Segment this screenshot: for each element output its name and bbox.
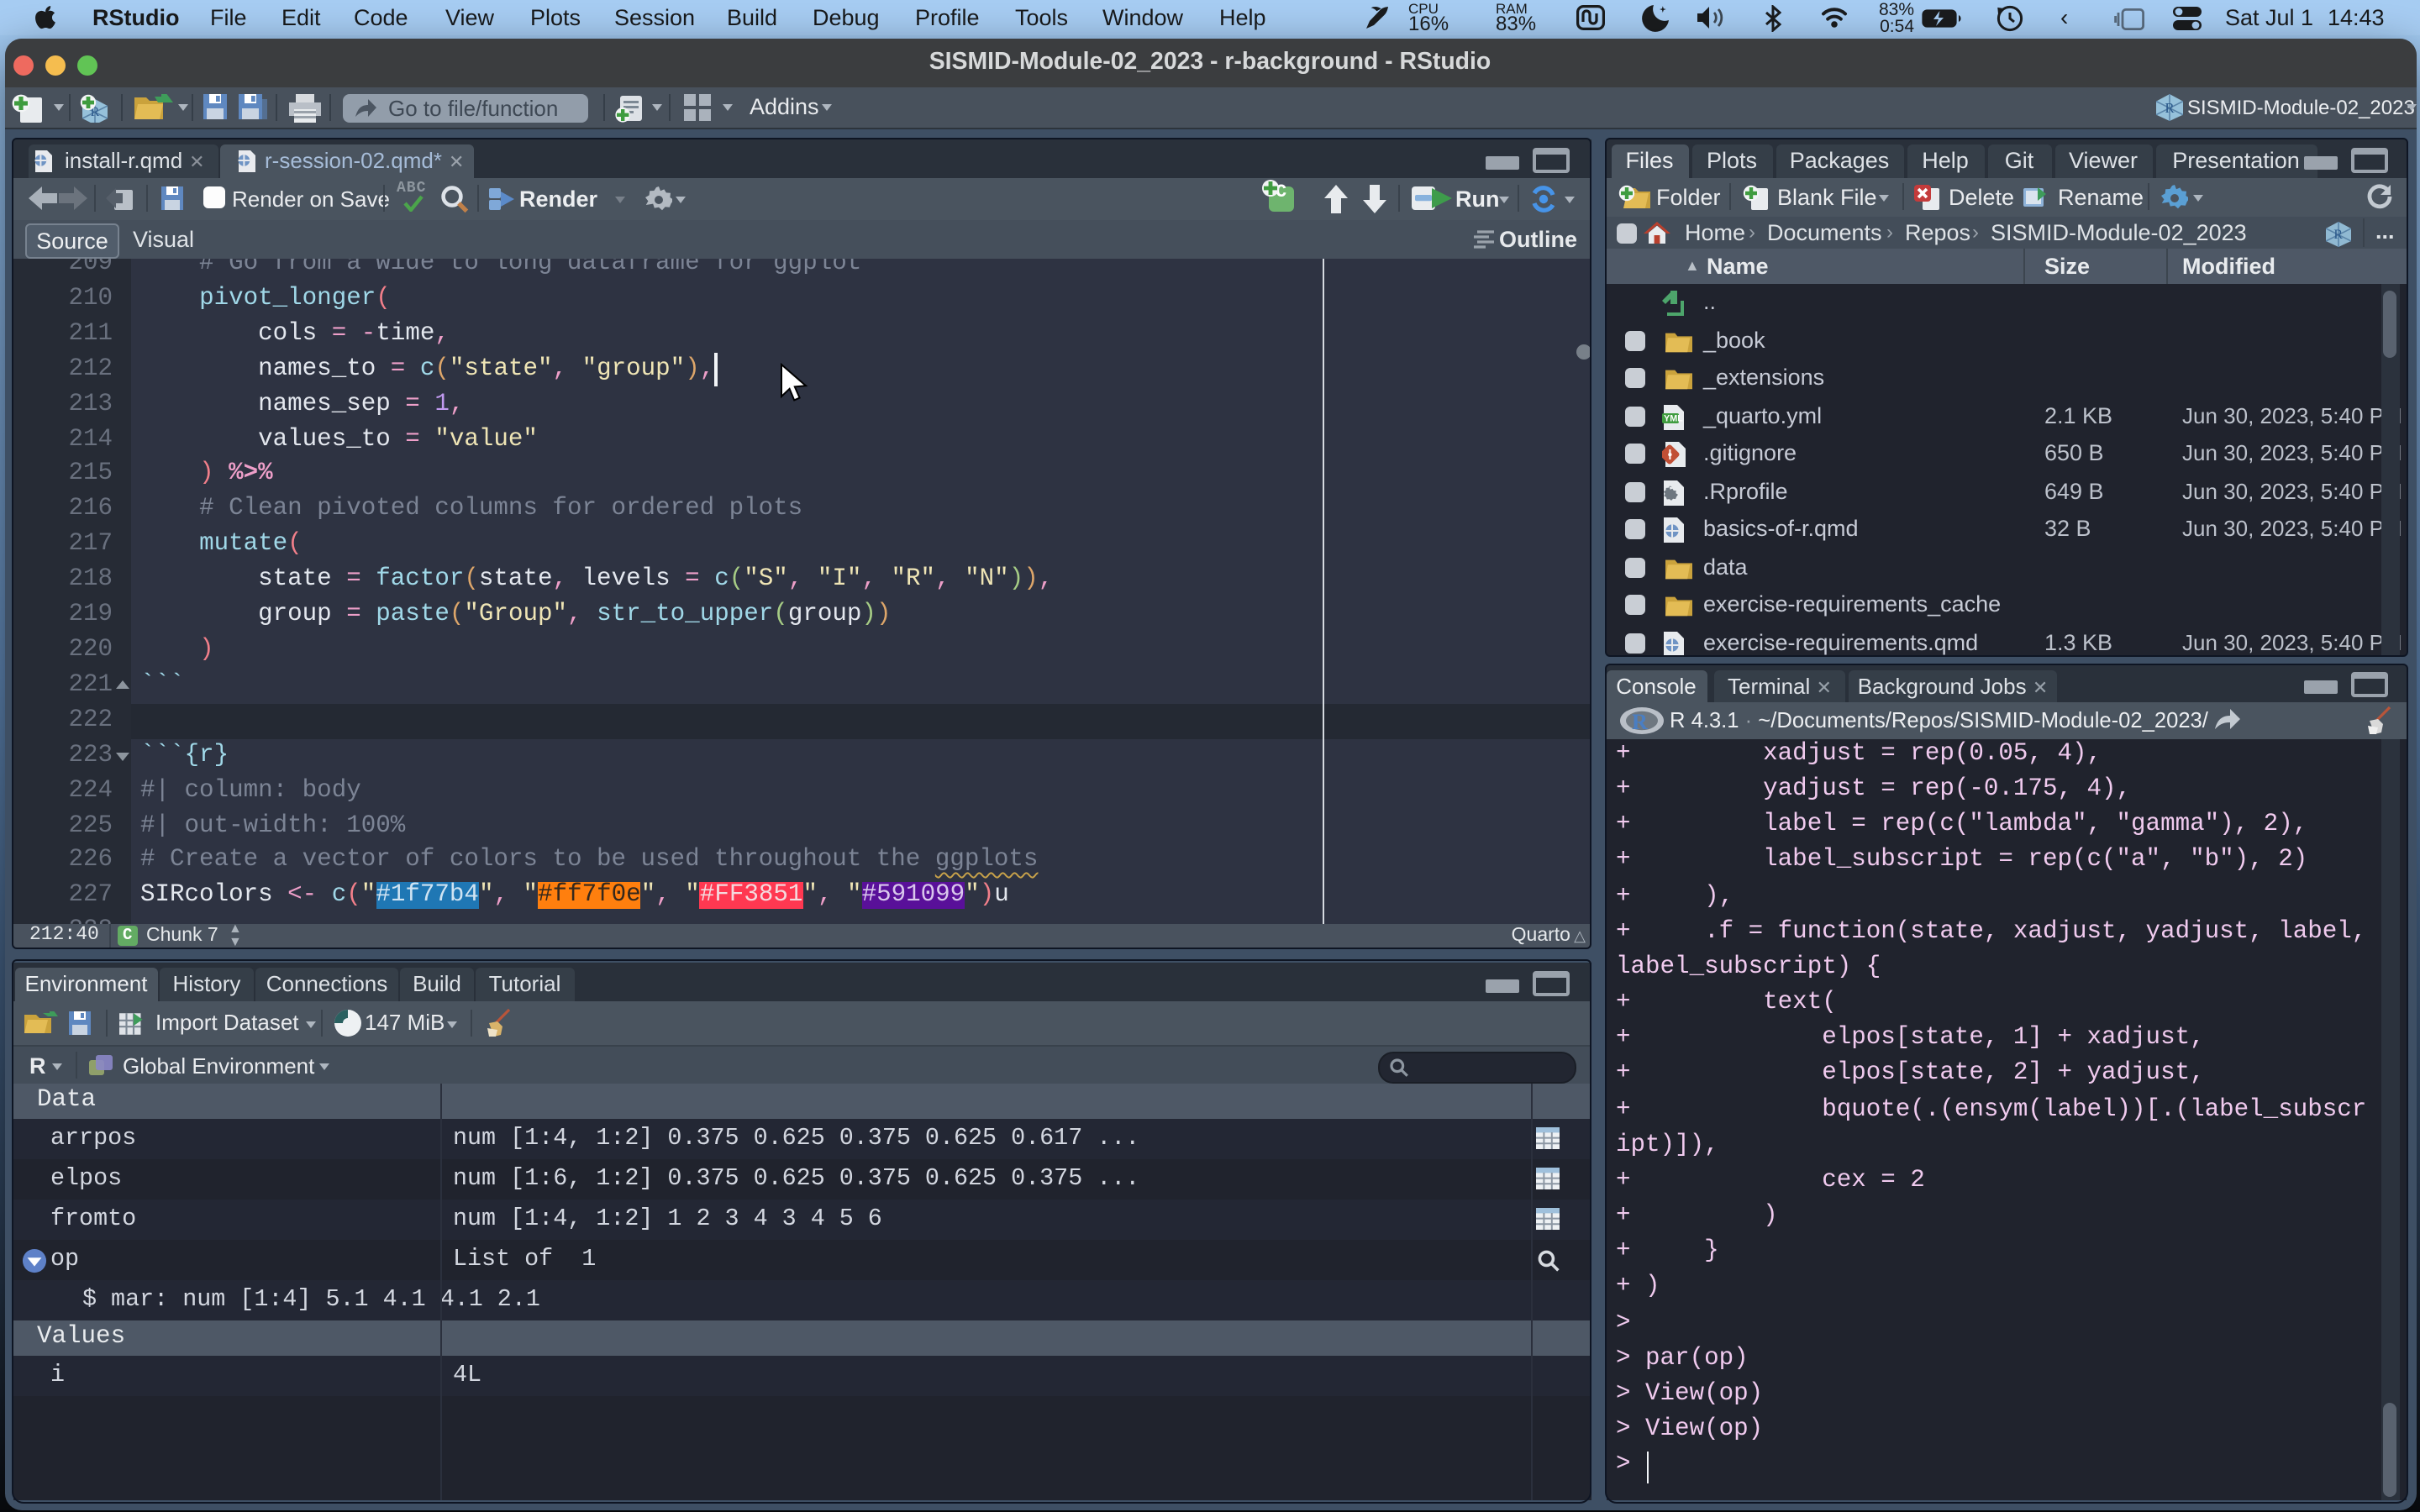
svg-text:R: R xyxy=(1631,710,1647,734)
svg-text:YML: YML xyxy=(1663,413,1682,423)
svg-text:R: R xyxy=(2165,100,2175,116)
svg-text:R: R xyxy=(2333,227,2342,241)
